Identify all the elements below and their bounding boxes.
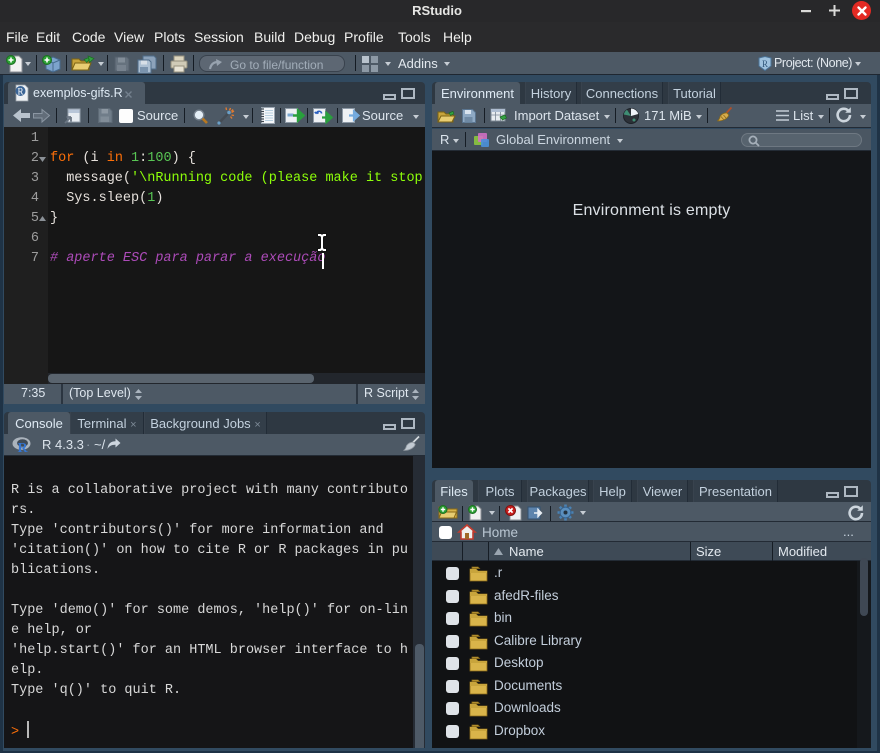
svg-text:R: R: [18, 441, 29, 456]
svg-text:R: R: [17, 87, 23, 97]
svg-text:R: R: [762, 59, 768, 69]
